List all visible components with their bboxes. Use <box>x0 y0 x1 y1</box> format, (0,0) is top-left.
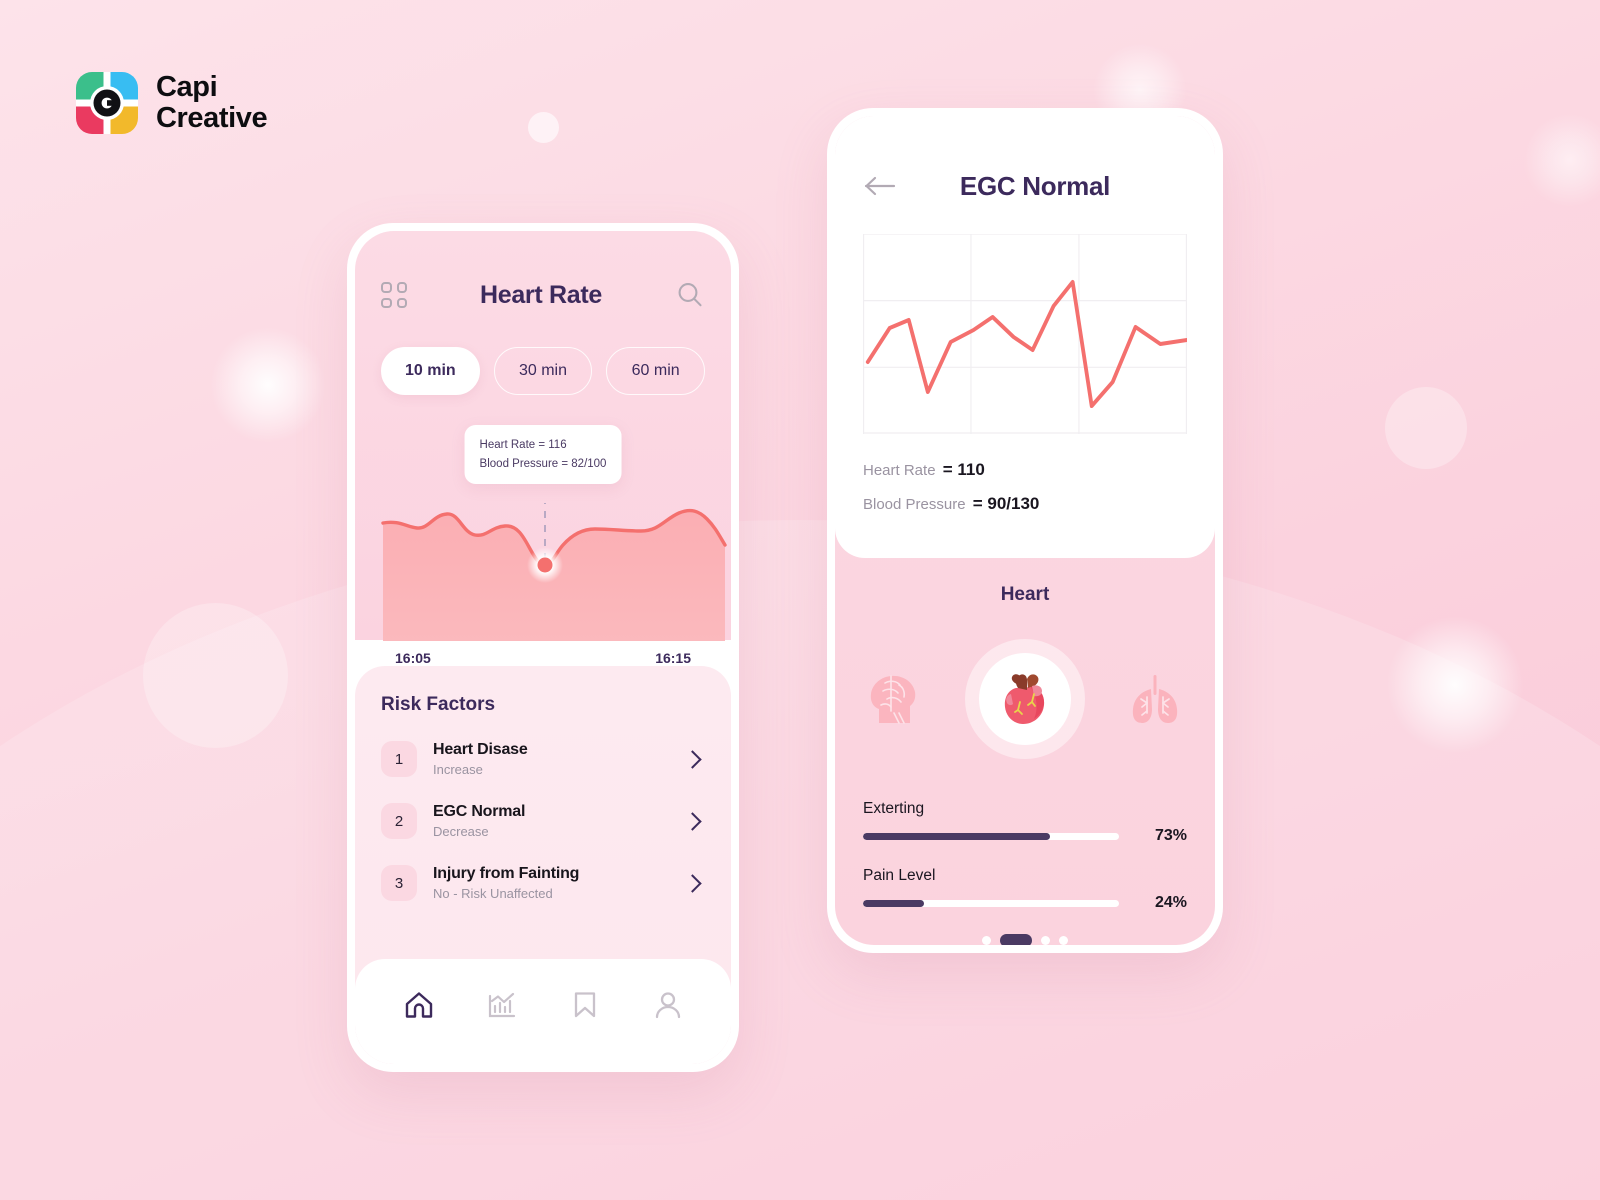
background-circle-large <box>143 603 288 748</box>
metric-label: Exterting <box>863 800 925 817</box>
metric-row: 73% <box>863 827 1187 845</box>
metric-label: Pain Level <box>863 867 936 884</box>
heart-rate-top-section: Heart Rate 10 min 30 min 60 min Heart Ra… <box>355 231 731 666</box>
capi-logo-icon <box>76 72 138 135</box>
stat-heart-rate-value: = 110 <box>942 460 985 479</box>
pagination-dot-active[interactable] <box>1000 934 1032 945</box>
brain-icon[interactable] <box>863 667 927 731</box>
lungs-icon[interactable] <box>1123 667 1187 731</box>
risk-item-name: Heart Disase <box>433 741 528 758</box>
stat-blood-pressure-value: = 90/130 <box>972 494 1040 513</box>
pagination-dot[interactable] <box>1041 936 1050 945</box>
risk-factors-title: Risk Factors <box>381 694 496 715</box>
risk-item-status: Decrease <box>433 824 489 839</box>
grid-icon[interactable] <box>381 282 407 308</box>
brand-name-line1: Capi <box>156 71 218 103</box>
egc-header: EGC Normal <box>863 168 1187 204</box>
chevron-right-icon[interactable] <box>683 811 702 831</box>
tooltip-heart-rate: Heart Rate = 116 <box>479 439 567 451</box>
arrow-left-icon[interactable] <box>863 174 899 198</box>
risk-list-item[interactable]: 1 Heart Disase Increase <box>381 728 705 790</box>
risk-list-item[interactable]: 2 EGC Normal Decrease <box>381 790 705 852</box>
duration-segmented-control[interactable]: 10 min 30 min 60 min <box>381 347 706 395</box>
heart-rate-screen: Heart Rate 10 min 30 min 60 min Heart Ra… <box>355 231 731 1064</box>
search-icon[interactable] <box>675 280 705 310</box>
chart-tooltip: Heart Rate = 116 Blood Pressure = 82/100 <box>464 425 622 485</box>
risk-item-index: 1 <box>381 741 417 777</box>
egc-page-title: EGC Normal <box>959 170 1111 201</box>
background-circle-small <box>528 112 559 143</box>
egc-line-plot <box>863 233 1189 434</box>
segment-60-min[interactable]: 60 min <box>606 347 706 395</box>
pagination-dots <box>863 934 1187 945</box>
axis-label-start: 16:05 <box>395 650 431 666</box>
metrics-list: Exterting 73% Pain Level 24% <box>863 800 1187 912</box>
stat-heart-rate: Heart Rate = 110 <box>863 460 1187 480</box>
segment-30-min[interactable]: 30 min <box>493 347 593 395</box>
egc-chart[interactable] <box>863 233 1189 434</box>
organ-title: Heart <box>1000 584 1050 605</box>
pagination-dot[interactable] <box>982 936 991 945</box>
metric-percent: 73% <box>1154 827 1187 844</box>
heart-rate-axis-labels: 16:05 16:15 <box>381 650 705 666</box>
chevron-right-icon[interactable] <box>683 873 702 893</box>
progress-track[interactable] <box>863 832 1119 840</box>
risk-factors-card: Risk Factors 1 Heart Disase Increase 2 E… <box>355 666 731 1064</box>
chevron-right-icon[interactable] <box>683 749 702 769</box>
metric-percent: 24% <box>1154 894 1187 911</box>
stat-blood-pressure: Blood Pressure = 90/130 <box>863 494 1187 514</box>
heart-icon-container <box>979 653 1071 745</box>
heart-organ-icon <box>1004 674 1045 724</box>
heart-rate-header: Heart Rate <box>381 275 705 315</box>
axis-label-end: 16:15 <box>655 650 691 666</box>
progress-fill <box>863 899 925 907</box>
brand-name: Capi Creative <box>156 71 268 135</box>
risk-item-name: Injury from Fainting <box>433 865 580 882</box>
segment-10-min[interactable]: 10 min <box>381 347 480 395</box>
home-icon[interactable] <box>402 988 436 1022</box>
bookmark-icon[interactable] <box>568 988 602 1022</box>
risk-item-status: No - Risk Unaffected <box>433 886 553 901</box>
person-icon[interactable] <box>651 988 685 1022</box>
risk-item-index: 2 <box>381 803 417 839</box>
risk-item-text: Heart Disase Increase <box>433 741 670 777</box>
background-circle-medium <box>1385 387 1467 469</box>
stat-blood-pressure-label: Blood Pressure <box>863 496 966 513</box>
background-glow-right <box>1360 590 1550 780</box>
phone-mockup-egc-normal: EGC Normal Heart Rate = 110 Blood Pressu… <box>827 108 1223 953</box>
heart-rate-area-plot <box>381 503 727 641</box>
bottom-navigation-bar <box>355 959 731 1064</box>
heart-selected-ring[interactable] <box>965 639 1085 759</box>
risk-factors-list: 1 Heart Disase Increase 2 EGC Normal Dec… <box>381 728 705 914</box>
risk-item-text: EGC Normal Decrease <box>433 803 670 839</box>
stat-heart-rate-label: Heart Rate <box>863 462 936 479</box>
background-glow-left <box>188 305 348 465</box>
metric-exterting: Exterting 73% <box>863 800 1187 845</box>
risk-list-item[interactable]: 3 Injury from Fainting No - Risk Unaffec… <box>381 852 705 914</box>
progress-track[interactable] <box>863 899 1119 907</box>
organ-selector <box>863 620 1187 778</box>
heart-rate-chart[interactable]: Heart Rate = 116 Blood Pressure = 82/100 <box>381 425 727 666</box>
progress-fill <box>863 832 1050 840</box>
page-title: Heart Rate <box>479 280 603 309</box>
brand-logo: Capi Creative <box>76 71 268 135</box>
risk-item-index: 3 <box>381 865 417 901</box>
risk-item-status: Increase <box>433 762 483 777</box>
phone-mockup-heart-rate: Heart Rate 10 min 30 min 60 min Heart Ra… <box>347 223 739 1072</box>
metric-pain-level: Pain Level 24% <box>863 867 1187 912</box>
pagination-dot[interactable] <box>1059 936 1068 945</box>
brand-name-line2: Creative <box>156 102 268 135</box>
organ-and-metrics-section: Heart Exterting 73% Pain Level 24% <box>835 558 1215 945</box>
egc-detail-sheet: EGC Normal Heart Rate = 110 Blood Pressu… <box>835 116 1215 558</box>
risk-item-text: Injury from Fainting No - Risk Unaffecte… <box>433 865 670 901</box>
egc-stats: Heart Rate = 110 Blood Pressure = 90/130 <box>863 460 1187 514</box>
metric-row: 24% <box>863 894 1187 912</box>
risk-item-name: EGC Normal <box>433 803 526 820</box>
egc-normal-screen: EGC Normal Heart Rate = 110 Blood Pressu… <box>835 116 1215 945</box>
bar-chart-icon[interactable] <box>485 988 519 1022</box>
tooltip-blood-pressure: Blood Pressure = 82/100 <box>479 457 607 470</box>
